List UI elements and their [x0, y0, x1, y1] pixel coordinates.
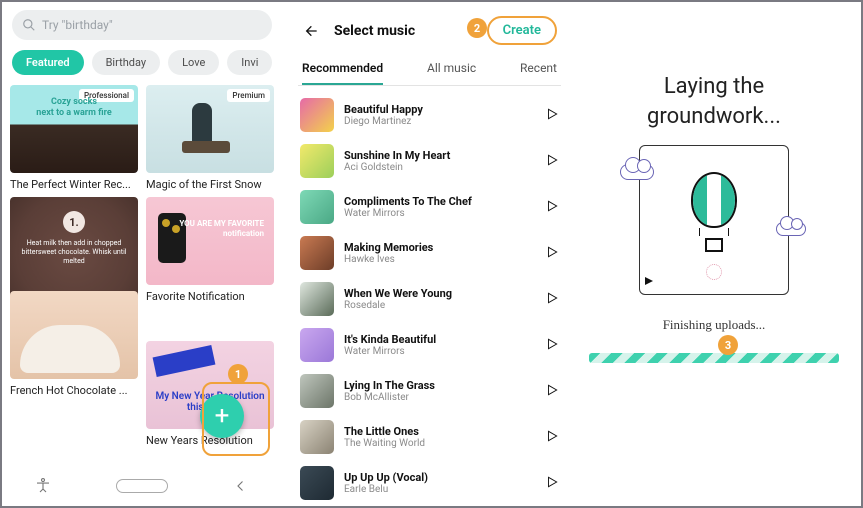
play-button[interactable]: [545, 382, 559, 401]
template-grid: Professional Cozy socksnext to a warm fi…: [8, 85, 276, 447]
play-button[interactable]: [545, 290, 559, 309]
chip-featured[interactable]: Featured: [12, 50, 84, 75]
song-artist: Water Mirrors: [344, 346, 545, 357]
song-cover: [300, 420, 334, 454]
song-cover: [300, 466, 334, 500]
song-cover: [300, 98, 334, 132]
loading-status: Finishing uploads...: [567, 317, 861, 333]
add-button[interactable]: +: [200, 394, 244, 438]
play-button[interactable]: [545, 336, 559, 355]
category-chips: Featured Birthday Love Invi: [12, 50, 272, 75]
accessibility-icon[interactable]: [34, 477, 52, 495]
song-artist: The Waiting World: [344, 438, 545, 449]
search-placeholder: Try "birthday": [42, 18, 113, 32]
back-button[interactable]: [302, 21, 322, 41]
song-title: Sunshine In My Heart: [344, 149, 545, 162]
back-icon[interactable]: [232, 477, 250, 495]
play-button[interactable]: [545, 474, 559, 493]
play-button[interactable]: [545, 152, 559, 171]
callout-badge-1: 1: [228, 364, 248, 384]
song-title: Up Up Up (Vocal): [344, 471, 545, 484]
music-tabs: Recommended All music Recent: [296, 55, 563, 85]
tab-recent[interactable]: Recent: [520, 55, 557, 85]
tab-recommended[interactable]: Recommended: [302, 55, 383, 85]
song-artist: Water Mirrors: [344, 208, 545, 219]
create-button[interactable]: Create: [487, 16, 557, 45]
song-list: Beautiful HappyDiego MartinezSunshine In…: [296, 92, 563, 506]
song-row[interactable]: Lying In The GrassBob McAllister: [296, 368, 563, 414]
song-cover: [300, 328, 334, 362]
tab-all-music[interactable]: All music: [427, 55, 476, 85]
progress-bar: [589, 353, 839, 363]
template-card[interactable]: French Hot Chocolate ...: [10, 291, 138, 447]
templates-pane: Try "birthday" FeaturedBirthdayLoveInvi …: [2, 2, 282, 506]
balloon-icon: [691, 172, 737, 252]
template-card[interactable]: YOU ARE MY FAVORITE notification Favorit…: [146, 197, 274, 335]
song-title: Compliments To The Chef: [344, 195, 545, 208]
song-title: It's Kinda Beautiful: [344, 333, 545, 346]
song-row[interactable]: When We Were YoungRosedale: [296, 276, 563, 322]
song-artist: Earle Belu: [344, 484, 545, 495]
loading-illustration: [639, 145, 789, 295]
song-cover: [300, 282, 334, 316]
song-cover: [300, 236, 334, 270]
callout-badge-2: 2: [467, 18, 487, 38]
song-cover: [300, 190, 334, 224]
song-title: The Little Ones: [344, 425, 545, 438]
song-row[interactable]: Compliments To The ChefWater Mirrors: [296, 184, 563, 230]
song-artist: Rosedale: [344, 300, 545, 311]
song-row[interactable]: Up Up Up (Vocal)Earle Belu: [296, 460, 563, 506]
chip-love[interactable]: Love: [168, 50, 219, 75]
song-title: When We Were Young: [344, 287, 545, 300]
song-title: Lying In The Grass: [344, 379, 545, 392]
play-button[interactable]: [545, 198, 559, 217]
song-row[interactable]: Making MemoriesHawke Ives: [296, 230, 563, 276]
template-card[interactable]: Professional Cozy socksnext to a warm fi…: [10, 85, 138, 191]
song-row[interactable]: Beautiful HappyDiego Martinez: [296, 92, 563, 138]
loading-pane: Laying thegroundwork... Finishing upload…: [567, 2, 861, 506]
song-row[interactable]: It's Kinda BeautifulWater Mirrors: [296, 322, 563, 368]
loading-title: Laying thegroundwork...: [567, 72, 861, 131]
song-row[interactable]: The Little OnesThe Waiting World: [296, 414, 563, 460]
song-artist: Bob McAllister: [344, 392, 545, 403]
song-artist: Diego Martinez: [344, 116, 545, 127]
play-button[interactable]: [545, 244, 559, 263]
chip-invi[interactable]: Invi: [227, 50, 272, 75]
search-input[interactable]: Try "birthday": [12, 10, 272, 40]
play-button[interactable]: [545, 428, 559, 447]
chip-birthday[interactable]: Birthday: [92, 50, 161, 75]
home-button[interactable]: [116, 479, 168, 493]
android-navbar: [2, 472, 282, 500]
song-artist: Aci Goldstein: [344, 162, 545, 173]
page-title: Select music: [334, 23, 487, 39]
play-button[interactable]: [545, 106, 559, 125]
callout-badge-3: 3: [718, 335, 738, 355]
template-card[interactable]: Premium Magic of the First Snow: [146, 85, 274, 191]
search-icon: [22, 18, 36, 32]
music-pane: Select music Create Recommended All music…: [292, 2, 567, 506]
song-row[interactable]: Sunshine In My HeartAci Goldstein: [296, 138, 563, 184]
song-artist: Hawke Ives: [344, 254, 545, 265]
song-cover: [300, 374, 334, 408]
song-title: Beautiful Happy: [344, 103, 545, 116]
song-title: Making Memories: [344, 241, 545, 254]
song-cover: [300, 144, 334, 178]
